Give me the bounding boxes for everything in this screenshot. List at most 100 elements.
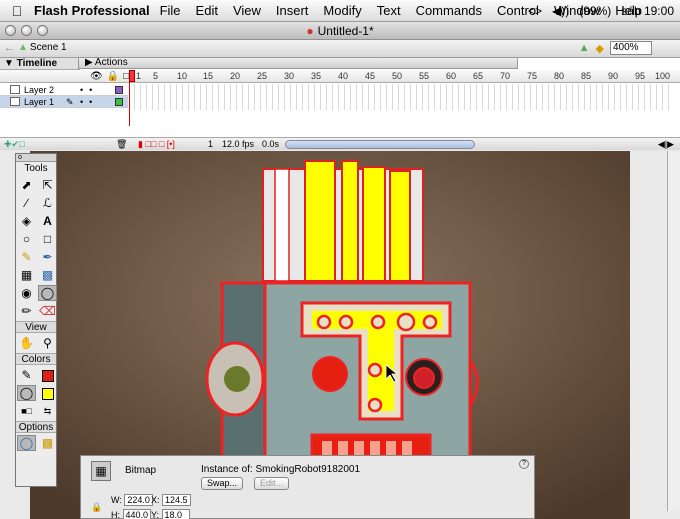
brush-tool-icon[interactable]: ✒	[38, 249, 57, 265]
flash-document-icon: ●	[306, 24, 314, 38]
frame-rate: 12.0 fps	[222, 139, 255, 149]
menu-insert[interactable]: Insert	[276, 3, 309, 18]
menu-edit[interactable]: Edit	[196, 3, 218, 18]
scroll-arrows[interactable]: ◀|▶	[658, 139, 674, 150]
layer-name: Layer 1	[24, 97, 55, 107]
help-icon[interactable]: ?	[519, 459, 529, 469]
clock[interactable]: sáb 19:00	[621, 4, 674, 18]
layer-row[interactable]: Layer 1 ✎ ••	[0, 96, 128, 108]
robot-antenna	[262, 160, 424, 282]
stroke-color-icon: ✎	[21, 368, 32, 382]
timeline-panel: ▼ Timeline 👁🔒□ 1 5 10 15 20 25 30 35 40 …	[0, 58, 680, 150]
menu-commands[interactable]: Commands	[416, 3, 482, 18]
layer-visibility-dots[interactable]: ••	[80, 96, 98, 108]
ruler-tick: 35	[311, 71, 322, 81]
layer-outline-color-swatch[interactable]	[115, 86, 123, 94]
eraser-tool-icon[interactable]: ⌫	[38, 303, 57, 319]
scene-icon: ▲	[18, 42, 28, 53]
swap-colors-icon[interactable]: ⇆	[38, 403, 57, 419]
width-field[interactable]: W: 224.0	[111, 494, 153, 506]
x-field[interactable]: X: 124.5	[151, 494, 191, 506]
tools-panel-grip[interactable]: o	[16, 154, 56, 162]
timeline-ruler[interactable]: 👁🔒□ 1 5 10 15 20 25 30 35 40 45 50 55 60…	[0, 70, 680, 83]
ruler-tick: 95	[635, 71, 646, 81]
elapsed-time: 0.0s	[262, 139, 280, 149]
ruler-tick: 70	[500, 71, 511, 81]
layer-outline-color-swatch[interactable]	[115, 98, 123, 106]
instance-name: SmokingRobot9182001	[255, 464, 361, 475]
swap-button[interactable]: Swap...	[201, 477, 244, 490]
y-field[interactable]: Y: 18.0	[151, 509, 190, 519]
trash-icon[interactable]: 🗑	[116, 139, 127, 150]
ruler-tick: 5	[153, 71, 159, 81]
options-section-title: Options	[16, 421, 56, 433]
properties-panel: ▦ Bitmap Instance of: SmokingRobot918200…	[80, 455, 535, 519]
fill-transform-tool-icon[interactable]: ▩	[38, 267, 57, 283]
bitmap-icon: ▦	[91, 461, 111, 481]
timeline-header[interactable]: ▼ Timeline	[0, 58, 80, 70]
gap-size-option-icon[interactable]: ◯	[17, 435, 36, 451]
playhead[interactable]	[129, 70, 135, 126]
window-titlebar: ● Untitled-1*	[0, 22, 680, 40]
lasso-tool-icon[interactable]: ℒ	[38, 195, 57, 211]
ruler-tick: 60	[446, 71, 457, 81]
line-tool-icon[interactable]: ∕	[17, 195, 36, 211]
zoom-input[interactable]: 400%	[610, 41, 652, 55]
edit-button[interactable]: Edit...	[254, 477, 290, 490]
actions-panel-header[interactable]: ▶ Actions	[78, 57, 518, 69]
layer-controls-icons[interactable]: 👁🔒□	[90, 71, 133, 82]
ruler-tick: 55	[419, 71, 430, 81]
onion-skin-icons[interactable]: ▮ □□ □ [•]	[138, 139, 175, 150]
default-colors-icon[interactable]: ■□	[17, 403, 36, 419]
lock-fill-option-icon[interactable]: ▩	[38, 435, 57, 451]
edit-scene-icon[interactable]: ▲	[579, 42, 590, 54]
pencil-tool-icon[interactable]: ✎	[17, 249, 36, 265]
menu-modify[interactable]: Modify	[323, 3, 361, 18]
edit-symbol-icon[interactable]: ◆	[596, 42, 604, 55]
free-transform-tool-icon[interactable]: ▦	[17, 267, 36, 283]
rectangle-tool-icon[interactable]: □	[38, 231, 57, 247]
y-input[interactable]: 18.0	[161, 509, 190, 519]
text-tool-icon[interactable]: A	[38, 213, 57, 229]
timeline-scrollbar[interactable]	[285, 140, 475, 149]
menu-text[interactable]: Text	[377, 3, 401, 18]
volume-icon[interactable]: ◀))	[552, 4, 569, 18]
oval-tool-icon[interactable]: ○	[17, 231, 36, 247]
menu-file[interactable]: File	[160, 3, 181, 18]
ruler-tick: 30	[284, 71, 295, 81]
y-label: Y:	[151, 510, 160, 519]
battery-status[interactable]: (99%)	[579, 4, 611, 18]
ruler-tick: 1	[136, 71, 142, 81]
height-field[interactable]: H: 440.0	[111, 509, 152, 519]
lock-icon[interactable]: 🔒	[91, 502, 102, 513]
layer-row[interactable]: Layer 2 ••	[0, 84, 128, 96]
layer-buttons-icons[interactable]: ✚✔□	[4, 139, 25, 150]
paint-bucket-tool-icon[interactable]: ◯	[38, 285, 57, 301]
apple-menu-icon[interactable]: 	[0, 3, 34, 19]
layer-visibility-dots[interactable]: ••	[80, 84, 98, 96]
frame-grid[interactable]	[129, 84, 674, 110]
app-name-menu[interactable]: Flash Professional	[34, 3, 150, 18]
scene-breadcrumb[interactable]: ▲ Scene 1	[18, 42, 67, 53]
x-input[interactable]: 124.5	[162, 494, 191, 506]
subselect-tool-icon[interactable]: ⇱	[38, 177, 57, 193]
menu-view[interactable]: View	[233, 3, 261, 18]
zoom-tool-icon[interactable]: ⚲	[38, 335, 57, 351]
eyedropper-tool-icon[interactable]: ✏	[17, 303, 36, 319]
stroke-color-swatch[interactable]	[38, 367, 57, 383]
hand-tool-icon[interactable]: ✋	[17, 335, 36, 351]
height-input[interactable]: 440.0	[122, 509, 152, 519]
arrows-status-icon[interactable]: <>	[528, 4, 542, 18]
fill-color-swatch[interactable]	[38, 385, 57, 401]
stage-vertical-scrollbar[interactable]	[667, 151, 680, 511]
arrow-tool-icon[interactable]: ⬈	[17, 177, 36, 193]
pen-tool-icon[interactable]: ◈	[17, 213, 36, 229]
width-label: W:	[111, 495, 122, 505]
ruler-tick: 80	[554, 71, 565, 81]
layer-name: Layer 2	[24, 85, 55, 95]
ink-bottle-tool-icon[interactable]: ◉	[17, 285, 36, 301]
ruler-tick: 45	[365, 71, 376, 81]
menubar:  Flash Professional File Edit View Inse…	[0, 0, 680, 22]
width-input[interactable]: 224.0	[124, 494, 153, 506]
back-arrow-icon[interactable]: ←	[4, 42, 15, 54]
